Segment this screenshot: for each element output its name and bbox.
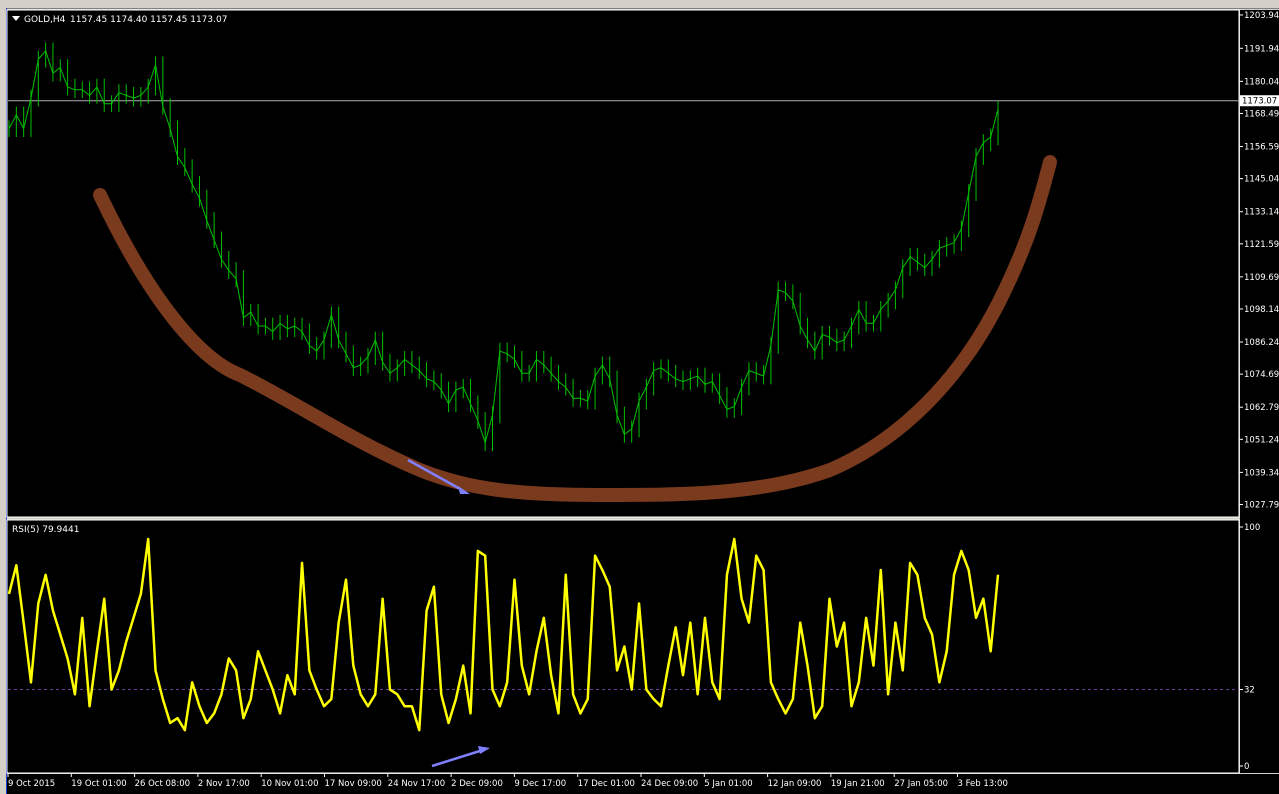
price-tick-label: 1051.24 — [1244, 435, 1279, 445]
time-tick-label: 17 Nov 09:00 — [325, 779, 382, 789]
price-tick-label: 1180.04 — [1244, 77, 1279, 87]
time-tick-label: 24 Dec 09:00 — [641, 779, 698, 789]
rsi-tick-label: 100 — [1244, 523, 1260, 533]
price-panel — [6, 9, 1240, 518]
price-tick-label: 1086.24 — [1244, 338, 1279, 348]
symbol-label: GOLD,H4 — [24, 15, 66, 25]
price-tick-label: 1027.79 — [1244, 500, 1279, 510]
time-tick-label: 9 Oct 2015 — [8, 779, 55, 789]
rsi-label: RSI(5) 79.9441 — [12, 525, 79, 535]
ohlc-label: 1157.45 1174.40 1157.45 1173.07 — [70, 15, 227, 25]
price-tick-label: 1191.94 — [1244, 44, 1279, 54]
time-tick-label: 10 Nov 01:00 — [261, 779, 318, 789]
time-tick-label: 3 Feb 13:00 — [958, 779, 1008, 789]
price-tick-label: 1098.14 — [1244, 305, 1279, 315]
time-tick-label: 24 Nov 17:00 — [388, 779, 445, 789]
price-tick-label: 1121.59 — [1244, 240, 1279, 250]
time-tick-label: 2 Nov 17:00 — [198, 779, 250, 789]
price-tick-label: 1156.59 — [1244, 143, 1279, 153]
price-tick-label: 1145.04 — [1244, 175, 1279, 185]
time-tick-label: 19 Jan 21:00 — [831, 779, 885, 789]
time-tick-label: 2 Dec 09:00 — [451, 779, 503, 789]
rsi-tick-label: 32 — [1244, 686, 1255, 696]
time-tick-label: 26 Oct 08:00 — [135, 779, 190, 789]
rsi-tick-label: 0 — [1244, 762, 1249, 772]
time-tick-label: 17 Dec 01:00 — [578, 779, 635, 789]
current-price-value: 1173.07 — [1242, 97, 1277, 107]
rsi-panel — [6, 519, 1240, 774]
time-tick-label: 9 Dec 17:00 — [514, 779, 566, 789]
chart-window: GOLD,H4 1157.45 1174.40 1157.45 1173.07 … — [6, 9, 1279, 794]
time-tick-label: 19 Oct 01:00 — [71, 779, 126, 789]
price-tick-label: 1203.94 — [1244, 11, 1279, 21]
price-tick-label: 1168.49 — [1244, 109, 1279, 119]
price-tick-label: 1109.69 — [1244, 273, 1279, 283]
price-tick-label: 1133.14 — [1244, 208, 1279, 218]
price-tick-label: 1062.79 — [1244, 403, 1279, 413]
time-tick-label: 5 Jan 01:00 — [704, 779, 752, 789]
price-tick-label: 1039.34 — [1244, 468, 1279, 478]
time-tick-label: 12 Jan 09:00 — [768, 779, 822, 789]
price-axis — [1240, 10, 1279, 773]
price-tick-label: 1074.69 — [1244, 370, 1279, 380]
time-tick-label: 27 Jan 05:00 — [894, 779, 948, 789]
